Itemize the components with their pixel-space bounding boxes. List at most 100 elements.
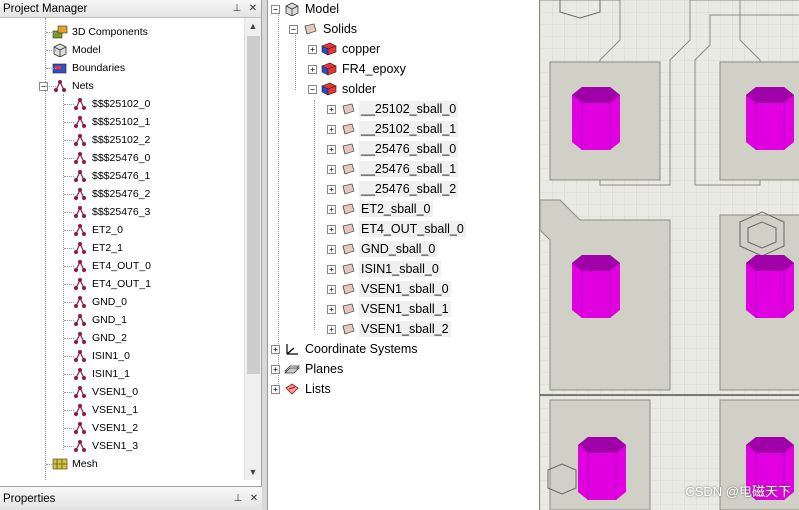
net-item[interactable]: $$$25476_3	[72, 203, 150, 221]
pin-icon[interactable]: ⊥	[229, 1, 245, 17]
tree-solid-item[interactable]: + __25476_sball_1	[327, 159, 459, 179]
net-item[interactable]: ET4_OUT_1	[72, 275, 151, 293]
collapse-icon[interactable]: −	[289, 24, 298, 34]
solid-icon	[339, 122, 356, 136]
item-label: $$$25102_1	[92, 116, 151, 128]
solid-icon	[339, 282, 356, 296]
item-label: Boundaries	[72, 62, 126, 74]
expand-icon[interactable]: +	[271, 384, 280, 394]
net-icon	[72, 385, 88, 399]
expand-icon[interactable]: +	[327, 164, 336, 174]
tree-solid-item[interactable]: + __25102_sball_1	[327, 119, 459, 139]
project-item-mesh[interactable]: Mesh	[52, 455, 98, 473]
net-item[interactable]: $$$25476_2	[72, 185, 150, 203]
net-item[interactable]: $$$25476_1	[72, 167, 150, 185]
solid-icon	[339, 242, 356, 256]
project-item-model[interactable]: Model	[52, 41, 101, 59]
net-item[interactable]: ET2_0	[72, 221, 123, 239]
solder-ball	[746, 255, 794, 318]
solder-ball	[572, 255, 620, 318]
tree-solid-item[interactable]: + __25476_sball_2	[327, 179, 459, 199]
close-icon[interactable]: ✕	[245, 1, 261, 17]
material-icon	[320, 42, 337, 56]
item-label: ET2_1	[92, 242, 123, 254]
tree-connector	[64, 230, 74, 231]
tree-solid-item[interactable]: + VSEN1_sball_2	[327, 319, 451, 339]
tree-connector	[46, 32, 56, 33]
expand-icon[interactable]: +	[271, 344, 280, 354]
expand-icon[interactable]: +	[327, 144, 336, 154]
expand-icon[interactable]: +	[271, 364, 280, 374]
item-label: GND_2	[92, 332, 128, 344]
project-scrollbar[interactable]: ▲ ▼	[244, 18, 261, 480]
close-icon[interactable]: ✕	[246, 491, 262, 507]
tree-model[interactable]: − Model	[271, 0, 341, 19]
tree-lists[interactable]: + Lists	[271, 379, 333, 399]
net-item[interactable]: GND_0	[72, 293, 127, 311]
expand-icon[interactable]: +	[327, 244, 336, 254]
expand-icon[interactable]: +	[327, 124, 336, 134]
net-icon	[72, 151, 88, 165]
model-tree: − Model − Solids + copper + FR4_epoxy − solder + __…	[268, 0, 539, 510]
tree-solid-item[interactable]: + __25476_sball_0	[327, 139, 459, 159]
item-label: $$$25476_0	[92, 152, 151, 164]
expand-icon[interactable]: +	[327, 204, 336, 214]
expand-icon[interactable]: +	[308, 44, 317, 54]
expand-icon[interactable]: +	[308, 64, 317, 74]
expand-icon[interactable]: +	[327, 184, 336, 194]
net-item[interactable]: $$$25102_0	[72, 95, 150, 113]
tree-connector	[64, 266, 74, 267]
pin-icon[interactable]: ⊥	[230, 491, 246, 507]
tree-solid-item[interactable]: + VSEN1_sball_0	[327, 279, 451, 299]
net-item[interactable]: $$$25102_2	[72, 131, 150, 149]
properties-title: Properties	[3, 492, 56, 505]
expand-icon[interactable]: +	[327, 304, 336, 314]
net-item[interactable]: GND_1	[72, 311, 127, 329]
3d-viewport[interactable]: CSDN @电磁天下	[539, 0, 799, 510]
net-item[interactable]: VSEN1_2	[72, 419, 138, 437]
net-item[interactable]: VSEN1_0	[72, 383, 138, 401]
expand-icon[interactable]: +	[327, 284, 336, 294]
project-item-components[interactable]: 3D Components	[52, 23, 148, 41]
tree-material-solder[interactable]: − solder	[308, 79, 378, 99]
tree-solid-item[interactable]: + ISIN1_sball_0	[327, 259, 441, 279]
tree-solid-item[interactable]: + __25102_sball_0	[327, 99, 459, 119]
project-item-nets[interactable]: − Nets	[39, 77, 94, 95]
net-item[interactable]: VSEN1_1	[72, 401, 138, 419]
tree-coordinate-systems[interactable]: + Coordinate Systems	[271, 339, 420, 359]
tree-planes[interactable]: + Planes	[271, 359, 345, 379]
collapse-icon[interactable]: −	[308, 84, 317, 94]
solid-icon	[339, 322, 356, 336]
tree-solids[interactable]: − Solids	[289, 19, 359, 39]
tree-connector	[64, 194, 74, 195]
scroll-up-icon[interactable]: ▲	[245, 18, 261, 34]
expand-icon[interactable]: +	[327, 224, 336, 234]
tree-connector	[64, 374, 74, 375]
net-item[interactable]: $$$25102_1	[72, 113, 150, 131]
expand-icon[interactable]: +	[327, 104, 336, 114]
expand-icon[interactable]: +	[327, 264, 336, 274]
expand-icon[interactable]: +	[327, 324, 336, 334]
net-item[interactable]: ET4_OUT_0	[72, 257, 151, 275]
net-item[interactable]: ISIN1_1	[72, 365, 130, 383]
tree-material-copper[interactable]: + copper	[308, 39, 382, 59]
tree-solid-item[interactable]: + ET2_sball_0	[327, 199, 433, 219]
net-icon	[72, 205, 88, 219]
net-item[interactable]: ISIN1_0	[72, 347, 130, 365]
project-item-boundaries[interactable]: Boundaries	[52, 59, 125, 77]
net-item[interactable]: VSEN1_3	[72, 437, 138, 455]
net-item[interactable]: ET2_1	[72, 239, 123, 257]
solid-icon	[339, 182, 356, 196]
item-label: $$$25476_1	[92, 170, 151, 182]
tree-material-fr4[interactable]: + FR4_epoxy	[308, 59, 408, 79]
tree-solid-item[interactable]: + ET4_OUT_sball_0	[327, 219, 466, 239]
tree-connector	[64, 248, 74, 249]
tree-solid-item[interactable]: + VSEN1_sball_1	[327, 299, 451, 319]
net-item[interactable]: $$$25476_0	[72, 149, 150, 167]
net-icon	[72, 331, 88, 345]
net-item[interactable]: GND_2	[72, 329, 127, 347]
tree-solid-item[interactable]: + GND_sball_0	[327, 239, 438, 259]
scroll-down-icon[interactable]: ▼	[245, 464, 261, 480]
scroll-thumb[interactable]	[247, 36, 260, 374]
collapse-icon[interactable]: −	[271, 4, 280, 14]
